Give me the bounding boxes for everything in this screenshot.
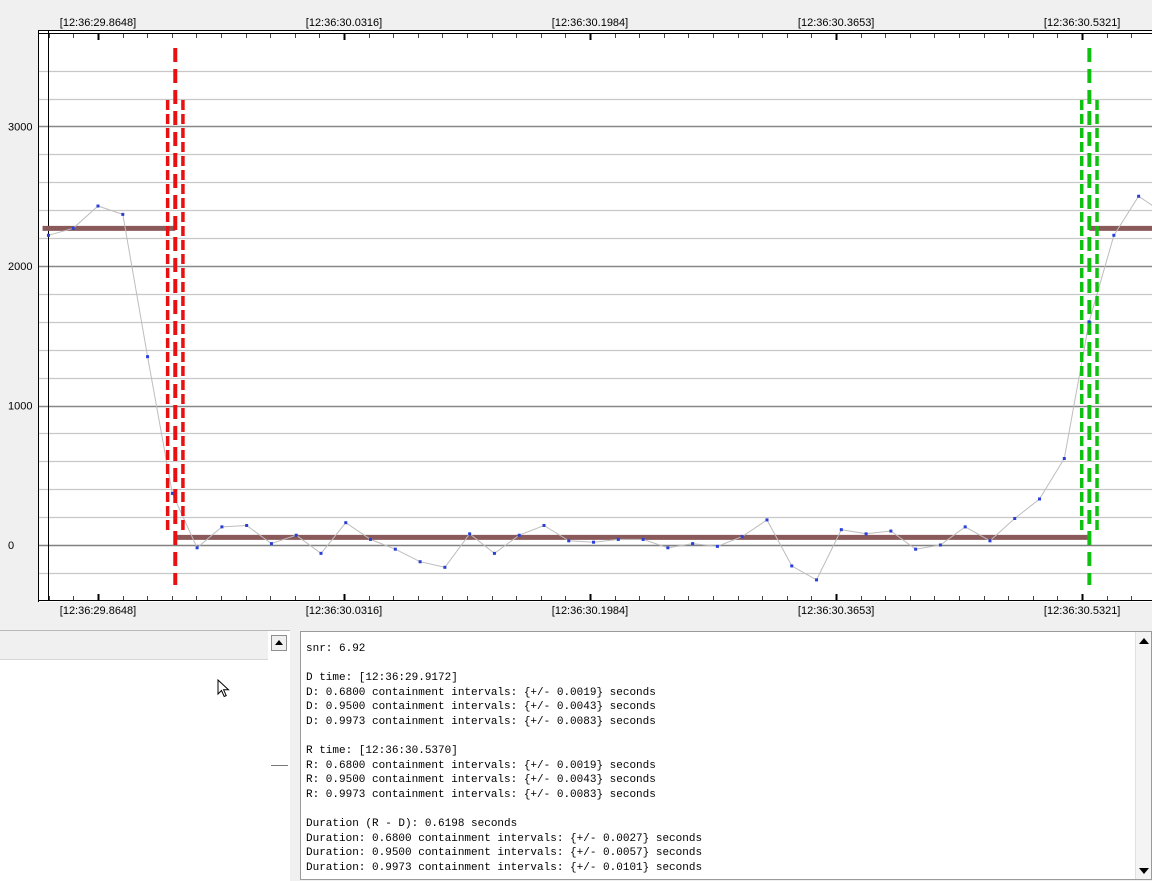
sample-point (616, 537, 620, 541)
sample-point (468, 532, 472, 536)
scroll-thumb-marker[interactable] (271, 765, 288, 766)
scroll-up-arrow-icon[interactable] (1139, 638, 1149, 644)
y-tick-label: 3000 (8, 122, 32, 134)
time-tick-label-top: [12:36:30.5321] (1044, 17, 1120, 29)
time-tick-label-bottom: [12:36:30.5321] (1044, 605, 1120, 617)
y-tick-label: 2000 (8, 261, 32, 273)
sample-point (740, 535, 744, 539)
sample-point (294, 533, 298, 537)
sample-point (344, 521, 348, 525)
sample-point (567, 539, 571, 543)
sample-point (369, 537, 373, 541)
time-tick-label-bottom: [12:36:29.8648] (60, 605, 136, 617)
sample-point (1038, 497, 1042, 501)
y-tick-label: 0 (8, 540, 14, 552)
plot-area (38, 30, 1152, 602)
light-curve-chart[interactable]: [12:36:29.8648] [12:36:29.8648] [12:36:30.… (0, 0, 1152, 624)
sample-point (592, 540, 596, 544)
sample-point (1013, 516, 1017, 520)
sample-point (418, 560, 422, 564)
sample-point (715, 544, 719, 548)
results-text: snr: 6.92 D time: [12:36:29.9172] D: 0.6… (306, 643, 703, 874)
sample-point (121, 212, 125, 216)
sample-point (839, 528, 843, 532)
sample-point (542, 523, 546, 527)
sample-point (71, 226, 75, 230)
sample-point (691, 542, 695, 546)
sample-point (170, 491, 174, 495)
sample-point (988, 539, 992, 543)
light-curve-plot-panel[interactable]: [12:36:29.8648] [12:36:29.8648] [12:36:30.… (0, 0, 1152, 624)
sample-point (96, 204, 100, 208)
time-tick-label-bottom: [12:36:30.3653] (798, 605, 874, 617)
sample-point (146, 355, 150, 359)
results-text-panel[interactable]: snr: 6.92 D time: [12:36:29.9172] D: 0.6… (300, 631, 1152, 880)
y-tick-label: 1000 (8, 401, 32, 413)
sample-point (46, 233, 50, 237)
sample-point (938, 543, 942, 547)
time-tick-label-top: [12:36:30.0316] (306, 17, 382, 29)
left-panel-header (0, 631, 268, 660)
time-tick-label-top: [12:36:29.8648] (60, 17, 136, 29)
sample-point (889, 529, 893, 533)
sample-point (245, 523, 249, 527)
sample-point (790, 564, 794, 568)
results-scrollbar[interactable] (1135, 632, 1151, 879)
sample-point (815, 578, 819, 582)
mouse-pointer-icon (217, 679, 230, 698)
sample-point (914, 547, 918, 551)
time-tick-label-top: [12:36:30.3653] (798, 17, 874, 29)
sample-point (1087, 320, 1091, 324)
sample-point (393, 547, 397, 551)
scroll-down-arrow-icon[interactable] (1139, 868, 1149, 874)
time-tick-label-bottom: [12:36:30.0316] (306, 605, 382, 617)
sample-point (666, 546, 670, 550)
left-list-panel[interactable] (0, 630, 290, 881)
sample-point (765, 518, 769, 522)
sample-point (220, 525, 224, 529)
sample-point (443, 565, 447, 569)
scroll-up-button[interactable] (271, 635, 287, 651)
sample-point (1112, 233, 1116, 237)
sample-point (963, 525, 967, 529)
time-tick-label-top: [12:36:30.1984] (552, 17, 628, 29)
sample-point (195, 546, 199, 550)
sample-point (269, 542, 273, 546)
sample-point (641, 537, 645, 541)
sample-point (517, 533, 521, 537)
time-tick-label-bottom: [12:36:30.1984] (552, 605, 628, 617)
sample-point (319, 551, 323, 555)
sample-point (1062, 457, 1066, 461)
sample-point (492, 551, 496, 555)
sample-point (864, 532, 868, 536)
sample-point (1137, 194, 1141, 198)
